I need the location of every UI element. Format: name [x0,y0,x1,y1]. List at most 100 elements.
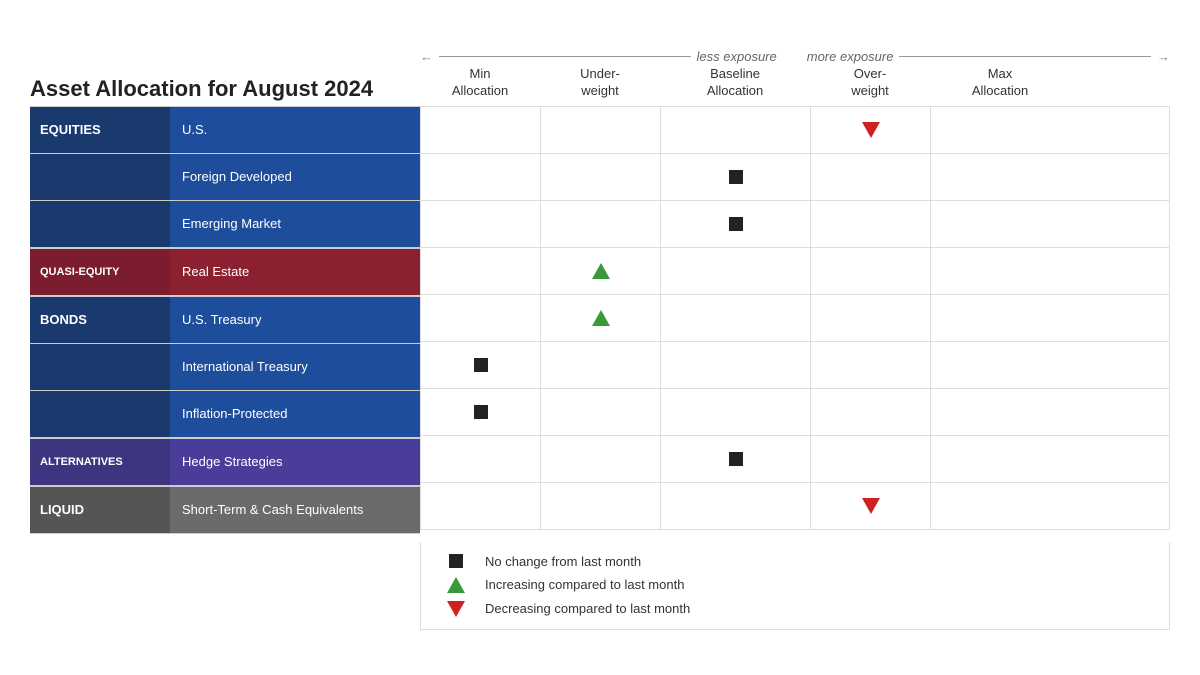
legend-up-triangle [447,577,465,593]
square-icon-2 [729,217,743,231]
cell-re-min [420,248,540,294]
left-labels: EQUITIES U.S. Foreign Developed Emerging… [30,106,420,534]
cell-st-over [810,483,930,529]
col-header-min: MinAllocation [420,66,540,100]
cell-us-max [930,107,1170,153]
legend-square-text: No change from last month [485,554,641,569]
cell-foreign-under [540,154,660,200]
us-label: U.S. [170,107,420,153]
legend-up-text: Increasing compared to last month [485,577,684,592]
cell-it-over [810,342,930,388]
grid-row-foreign [420,153,1170,200]
right-line [899,56,1151,57]
liquid-row: LIQUID Short-Term & Cash Equivalents [30,486,420,534]
col-header-max: MaxAllocation [930,66,1070,100]
down-triangle-icon [862,122,880,138]
page-container: Asset Allocation for August 2024 ← less … [20,25,1180,650]
cell-foreign-over [810,154,930,200]
cell-us-baseline [660,107,810,153]
grid-row-us [420,106,1170,153]
bonds-category-3 [30,391,170,437]
alts-category: ALTERNATIVES [30,439,170,485]
cell-ust-over [810,295,930,341]
grid-row-shortterm [420,482,1170,530]
cell-emerging-under [540,201,660,247]
alts-row: ALTERNATIVES Hedge Strategies [30,438,420,486]
cell-foreign-min [420,154,540,200]
up-triangle-icon [592,263,610,279]
cell-re-under [540,248,660,294]
column-headers: MinAllocation Under-weight BaselineAlloc… [420,66,1170,100]
grid-row-intltreasury [420,341,1170,388]
cell-ip-over [810,389,930,435]
equities-group: EQUITIES U.S. Foreign Developed Emerging… [30,106,420,248]
col-header-under: Under-weight [540,66,660,100]
cell-emerging-over [810,201,930,247]
quasi-category: QUASI-EQUITY [30,249,170,295]
cell-emerging-max [930,201,1170,247]
cell-us-min [420,107,540,153]
grid-row-ustreasury [420,294,1170,341]
cell-hs-over [810,436,930,482]
table-section: EQUITIES U.S. Foreign Developed Emerging… [30,106,1170,534]
liquid-group: LIQUID Short-Term & Cash Equivalents [30,486,420,534]
square-icon-4 [474,405,488,419]
cell-foreign-max [930,154,1170,200]
foreign-label: Foreign Developed [170,154,420,200]
bonds-category: BONDS [30,297,170,343]
cell-ip-min [420,389,540,435]
cell-re-max [930,248,1170,294]
less-exposure-label: less exposure [697,49,777,64]
title-area: Asset Allocation for August 2024 [30,45,420,104]
arrow-left-icon: ← [420,49,433,64]
legend-down-triangle [447,601,465,617]
cell-hs-max [930,436,1170,482]
quasi-group: QUASI-EQUITY Real Estate [30,248,420,296]
cell-it-baseline [660,342,810,388]
cell-st-min [420,483,540,529]
cell-it-under [540,342,660,388]
cell-hs-min [420,436,540,482]
cell-ip-under [540,389,660,435]
bonds-treasury-row: BONDS U.S. Treasury [30,296,420,343]
grid-row-inflation [420,388,1170,435]
header-area: ← less exposure more exposure → MinAlloc… [420,45,1170,100]
bonds-inflation-row: Inflation-Protected [30,390,420,438]
grid-row-emerging [420,200,1170,247]
cell-re-over [810,248,930,294]
cell-ip-max [930,389,1170,435]
cell-st-under [540,483,660,529]
shortterm-label: Short-Term & Cash Equivalents [170,487,420,533]
col-header-over: Over-weight [810,66,930,100]
bonds-group: BONDS U.S. Treasury International Treasu… [30,296,420,438]
equities-us-row: EQUITIES U.S. [30,106,420,153]
cell-it-min [420,342,540,388]
cell-emerging-baseline [660,201,810,247]
cell-us-under [540,107,660,153]
grid-row-hedge [420,435,1170,482]
cell-re-baseline [660,248,810,294]
realestate-label: Real Estate [170,249,420,295]
cell-us-over [810,107,930,153]
legend-square [449,554,463,568]
cell-ip-baseline [660,389,810,435]
cell-emerging-min [420,201,540,247]
arrow-right-icon: → [1157,49,1170,64]
cell-ust-under [540,295,660,341]
legend-item-up: Increasing compared to last month [441,577,1149,593]
cell-hs-baseline [660,436,810,482]
equities-category-2 [30,154,170,200]
cell-ust-min [420,295,540,341]
equities-foreign-row: Foreign Developed [30,153,420,200]
legend-square-icon [441,554,471,568]
inflation-label: Inflation-Protected [170,391,420,437]
top-section: Asset Allocation for August 2024 ← less … [30,45,1170,104]
liquid-category: LIQUID [30,487,170,533]
legend-down-text: Decreasing compared to last month [485,601,690,616]
square-icon-5 [729,452,743,466]
cell-st-max [930,483,1170,529]
equities-emerging-row: Emerging Market [30,200,420,248]
cell-hs-under [540,436,660,482]
legend-down-icon [441,601,471,617]
hedge-label: Hedge Strategies [170,439,420,485]
